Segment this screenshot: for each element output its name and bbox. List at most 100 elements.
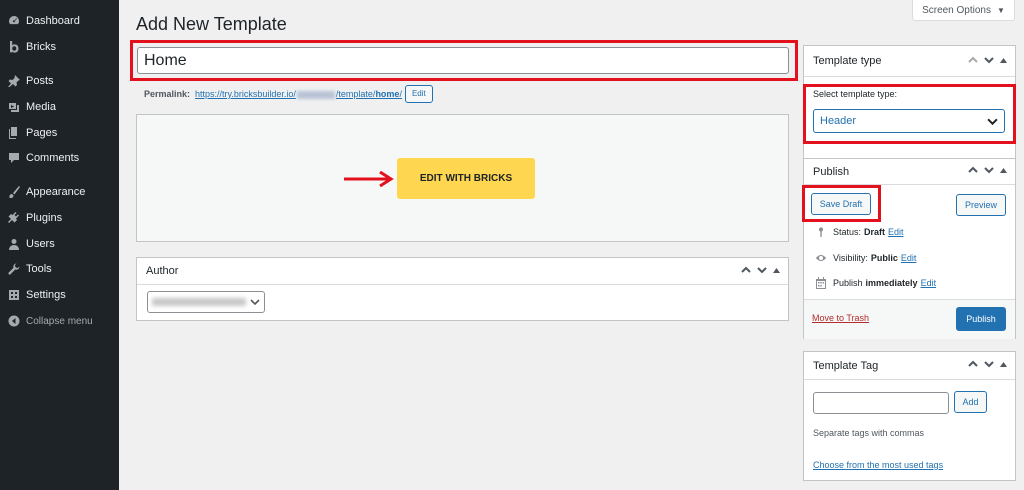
chevron-up-icon[interactable]	[968, 165, 978, 178]
publish-button[interactable]: Publish	[956, 307, 1006, 331]
plugin-icon	[8, 212, 20, 224]
dashboard-icon	[8, 15, 20, 27]
status-edit-link[interactable]: Edit	[888, 227, 904, 237]
preview-button[interactable]: Preview	[956, 194, 1006, 216]
sidebar-item-users[interactable]: Users	[0, 233, 119, 255]
chevron-up-icon[interactable]	[968, 359, 978, 372]
sidebar-item-comments[interactable]: Comments	[0, 147, 119, 169]
screen-options-label: Screen Options	[922, 4, 991, 16]
pin-icon	[815, 226, 827, 238]
tag-help-text: Separate tags with commas	[813, 428, 925, 438]
permalink-row: Permalink: https://try.bricksbuilder.io/…	[144, 85, 433, 103]
status-value: Draft	[864, 227, 886, 237]
sidebar-item-label: Settings	[26, 289, 66, 301]
visibility-edit-link[interactable]: Edit	[901, 253, 917, 263]
sidebar-item-label: Dashboard	[26, 15, 80, 27]
publish-title: Publish	[813, 165, 850, 178]
permalink-link[interactable]: https://try.bricksbuilder.io/ /template/h…	[195, 89, 402, 99]
add-tag-button[interactable]: Add	[954, 391, 987, 413]
publish-date-label: Publish	[833, 278, 863, 288]
template-tag-metabox: Template Tag Add Separate tags with comm…	[803, 351, 1016, 481]
caret-up-icon[interactable]	[1000, 166, 1007, 177]
chevron-up-icon[interactable]	[741, 265, 751, 278]
publish-major-actions: Move to Trash Publish	[804, 299, 1015, 339]
permalink-url-prefix: https://try.bricksbuilder.io/	[195, 89, 296, 99]
screen-options-button[interactable]: Screen Options ▼	[912, 0, 1015, 21]
pin-icon	[8, 75, 20, 87]
sidebar-item-plugins[interactable]: Plugins	[0, 207, 119, 229]
chevron-down-icon[interactable]	[757, 265, 767, 278]
move-to-trash-link[interactable]: Move to Trash	[812, 313, 869, 323]
template-type-value: Header	[820, 115, 857, 127]
publish-date-edit-link[interactable]: Edit	[921, 278, 937, 288]
template-tag-header: Template Tag	[804, 352, 1015, 380]
sidebar-item-label: Collapse menu	[26, 315, 93, 327]
template-type-header: Template type	[804, 46, 1015, 77]
sidebar-item-media[interactable]: Media	[0, 96, 119, 118]
chevron-down-icon[interactable]	[984, 55, 994, 68]
template-type-title: Template type	[813, 55, 882, 67]
settings-icon	[8, 289, 20, 301]
permalink-url-suffix: /	[399, 89, 402, 99]
chevron-down-icon[interactable]	[984, 359, 994, 372]
admin-sidebar: Dashboard Bricks Posts Media Pages Comme…	[0, 0, 119, 490]
tag-input[interactable]	[813, 392, 949, 414]
redacted-segment	[296, 90, 335, 99]
author-metabox: Author	[136, 257, 789, 321]
chevron-down-icon	[987, 118, 998, 126]
sidebar-item-label: Bricks	[26, 41, 56, 53]
sidebar-item-tools[interactable]: Tools	[0, 258, 119, 280]
media-icon	[8, 101, 20, 113]
visibility-label: Visibility:	[833, 253, 868, 263]
visibility-value: Public	[870, 253, 898, 263]
caret-up-icon[interactable]	[773, 266, 780, 277]
sidebar-item-posts[interactable]: Posts	[0, 70, 119, 92]
sidebar-item-dashboard[interactable]: Dashboard	[0, 10, 119, 32]
sidebar-item-label: Pages	[26, 127, 58, 139]
calendar-icon	[815, 277, 827, 289]
bricks-icon	[8, 41, 20, 53]
status-row: Status: Draft Edit	[815, 226, 904, 238]
sidebar-item-label: Comments	[26, 152, 80, 164]
user-icon	[8, 238, 20, 250]
chevron-up-icon[interactable]	[968, 55, 978, 68]
sidebar-item-bricks[interactable]: Bricks	[0, 36, 119, 58]
template-type-label: Select template type:	[813, 89, 898, 99]
caret-up-icon[interactable]	[1000, 360, 1007, 371]
visibility-row: Visibility: Public Edit	[815, 252, 916, 264]
sidebar-item-label: Appearance	[26, 186, 86, 198]
template-type-select[interactable]: Header	[813, 109, 1005, 133]
wrench-icon	[8, 263, 20, 275]
caret-up-icon[interactable]	[1000, 56, 1007, 67]
red-arrow-icon	[344, 171, 394, 187]
sidebar-item-label: Users	[26, 238, 55, 250]
page-title: Add New Template	[136, 14, 287, 34]
collapse-icon	[8, 315, 20, 327]
sidebar-collapse-menu[interactable]: Collapse menu	[0, 310, 119, 332]
author-box-header: Author	[137, 258, 788, 285]
caret-down-icon: ▼	[997, 5, 1005, 15]
sidebar-item-label: Media	[26, 101, 56, 113]
choose-tags-link[interactable]: Choose from the most used tags	[813, 460, 943, 470]
permalink-slug: home	[375, 89, 400, 99]
permalink-edit-button[interactable]: Edit	[404, 85, 433, 103]
chevron-down-icon[interactable]	[984, 165, 994, 178]
publish-header: Publish	[804, 159, 1015, 185]
author-box-title: Author	[146, 265, 179, 277]
sidebar-item-settings[interactable]: Settings	[0, 284, 119, 306]
edit-with-bricks-button[interactable]: EDIT WITH BRICKS	[397, 158, 535, 199]
sidebar-item-pages[interactable]: Pages	[0, 122, 119, 144]
pages-icon	[8, 127, 20, 139]
template-tag-title: Template Tag	[813, 359, 879, 372]
sidebar-item-label: Plugins	[26, 212, 63, 224]
paintbrush-icon	[8, 186, 20, 198]
sidebar-item-label: Tools	[26, 263, 52, 275]
sidebar-item-label: Posts	[26, 75, 54, 87]
eye-icon	[815, 252, 827, 264]
sidebar-item-appearance[interactable]: Appearance	[0, 181, 119, 203]
status-label: Status:	[833, 227, 862, 237]
author-select[interactable]	[147, 291, 265, 313]
save-draft-button[interactable]: Save Draft	[811, 193, 871, 215]
template-title-input[interactable]	[137, 47, 789, 74]
chevron-down-icon	[250, 299, 260, 306]
